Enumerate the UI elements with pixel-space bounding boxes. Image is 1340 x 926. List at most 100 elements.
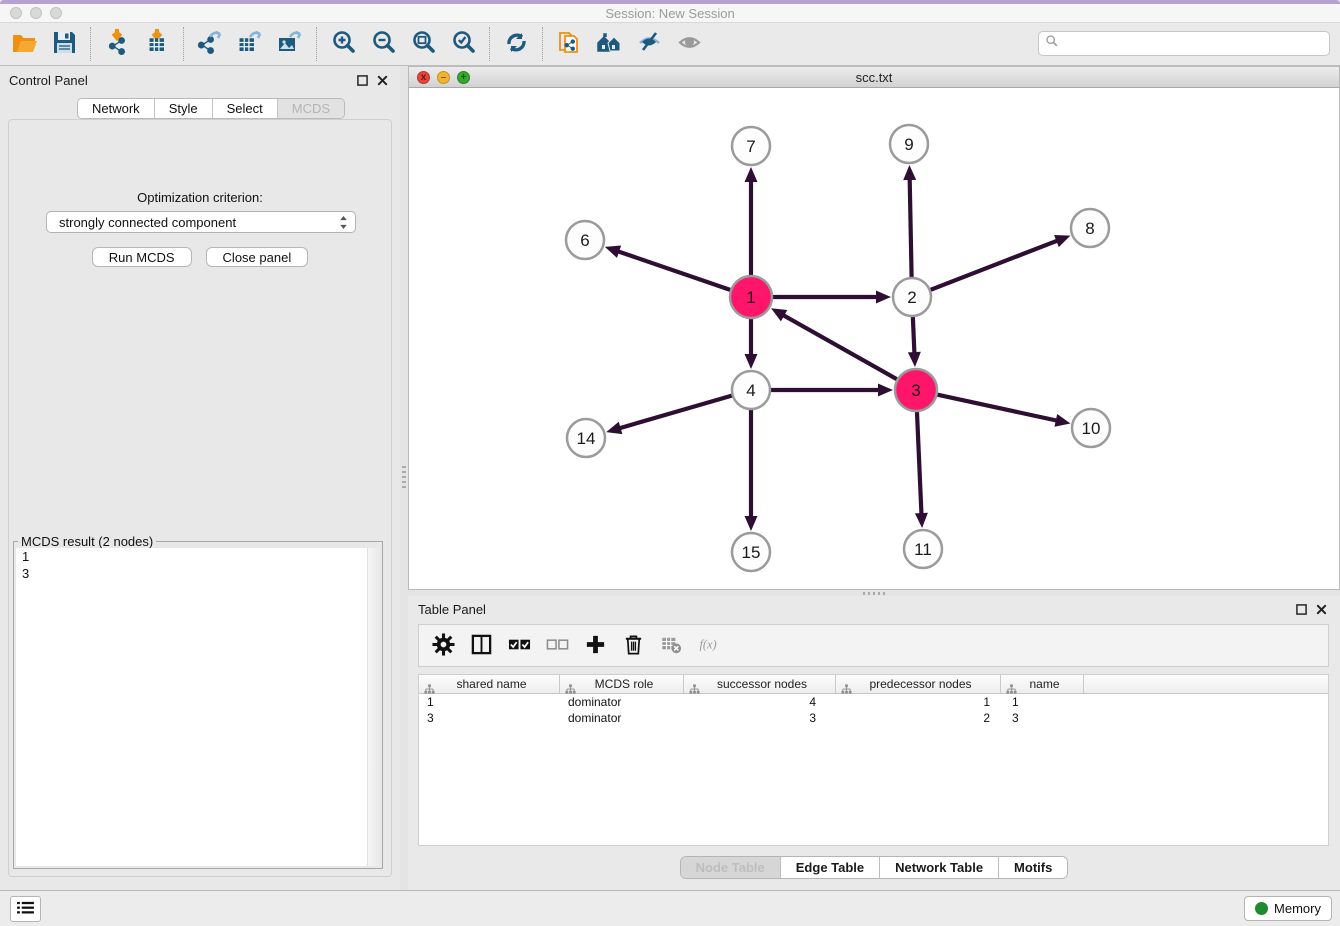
home-button[interactable] <box>589 25 629 63</box>
table-options-button[interactable] <box>427 628 460 664</box>
checkboxes-unchecked-icon <box>546 633 569 659</box>
node-table: shared nameMCDS rolesuccessor nodesprede… <box>418 674 1329 846</box>
import-network-icon <box>104 29 131 59</box>
table-cell[interactable]: 3 <box>1001 710 1084 726</box>
search-field[interactable] <box>1038 31 1330 56</box>
zoom-out-icon <box>370 29 397 59</box>
apply-layout-button[interactable] <box>496 25 536 63</box>
save-icon <box>51 29 78 59</box>
tab-node-table[interactable]: Node Table <box>681 857 781 878</box>
zoom-out-button[interactable] <box>363 25 403 63</box>
table-panel: Table Panel f(x) shared nameMCDS rolesuc… <box>408 596 1340 890</box>
hide-style-button[interactable] <box>629 25 669 63</box>
table-cell[interactable]: 1 <box>836 694 1001 710</box>
toolbar-separator <box>542 27 543 61</box>
zoom-selected-button[interactable] <box>443 25 483 63</box>
save-session-button[interactable] <box>44 25 84 63</box>
duplicate-network-button[interactable] <box>549 25 589 63</box>
toolbar-separator <box>489 27 490 61</box>
table-cell[interactable]: 1 <box>419 694 560 710</box>
float-table-panel-icon[interactable] <box>1296 602 1307 620</box>
criterion-value: strongly connected component <box>59 215 236 230</box>
zoom-fit-icon <box>410 29 437 59</box>
close-table-panel-icon[interactable] <box>1316 602 1327 620</box>
tab-style[interactable]: Style <box>155 99 213 118</box>
scrollbar[interactable] <box>367 548 380 866</box>
show-columns-button[interactable] <box>465 628 498 664</box>
mcds-result-line: 1 <box>16 548 380 565</box>
search-input[interactable] <box>1059 34 1329 54</box>
import-network-button[interactable] <box>97 25 137 63</box>
table-panel-title: Table Panel <box>418 602 486 617</box>
tab-select[interactable]: Select <box>213 99 278 118</box>
table-row[interactable]: 1dominator411 <box>419 694 1328 710</box>
control-panel-title: Control Panel <box>9 73 88 88</box>
zoom-in-icon <box>330 29 357 59</box>
open-session-button[interactable] <box>4 25 44 63</box>
create-column-button[interactable] <box>579 628 612 664</box>
graph-node-label: 3 <box>911 381 920 400</box>
export-table-button[interactable] <box>230 25 270 63</box>
plus-icon <box>584 633 607 659</box>
tab-network-table[interactable]: Network Table <box>880 857 999 878</box>
tab-edge-table[interactable]: Edge Table <box>781 857 880 878</box>
import-table-button[interactable] <box>137 25 177 63</box>
close-panel-button[interactable]: Close panel <box>206 247 309 267</box>
column-header-name[interactable]: name <box>1001 675 1084 693</box>
task-history-button[interactable] <box>10 896 41 922</box>
zoom-in-button[interactable] <box>323 25 363 63</box>
function-builder-button: f(x) <box>693 628 726 664</box>
graph-node-label: 2 <box>907 288 916 307</box>
zoom-fit-button[interactable] <box>403 25 443 63</box>
graph-node-label: 7 <box>746 137 755 156</box>
delete-column-button[interactable] <box>617 628 650 664</box>
tab-mcds[interactable]: MCDS <box>278 99 344 118</box>
tab-motifs[interactable]: Motifs <box>999 857 1067 878</box>
select-stepper-icon <box>337 214 350 234</box>
mcds-result-title: MCDS result (2 nodes) <box>18 534 156 549</box>
column-header-shared-name[interactable]: shared name <box>419 675 560 693</box>
export-network-icon <box>197 29 224 59</box>
table-header-row: shared nameMCDS rolesuccessor nodesprede… <box>419 675 1328 694</box>
column-header-successor-nodes[interactable]: successor nodes <box>684 675 836 693</box>
toolbar-separator <box>183 27 184 61</box>
export-image-button[interactable] <box>270 25 310 63</box>
gear-icon <box>432 633 455 659</box>
deselect-all-columns-button <box>541 628 574 664</box>
columns-icon <box>470 633 493 659</box>
task-list-icon <box>16 900 35 918</box>
table-cell[interactable]: 3 <box>419 710 560 726</box>
tab-network[interactable]: Network <box>78 99 155 118</box>
vertical-splitter[interactable] <box>400 66 408 890</box>
memory-label: Memory <box>1274 901 1321 916</box>
table-cell[interactable]: 2 <box>836 710 1001 726</box>
control-panel-tabs: NetworkStyleSelectMCDS <box>77 98 345 119</box>
window-title: Session: New Session <box>0 6 1340 21</box>
graph-node-label: 11 <box>914 540 932 559</box>
eye-slash-icon <box>636 29 663 59</box>
app-window: Session: New Session Control Panel Netwo… <box>0 0 1340 926</box>
column-header-predecessor-nodes[interactable]: predecessor nodes <box>836 675 1001 693</box>
graph-node-label: 1 <box>746 288 755 307</box>
graph-node-label: 8 <box>1085 219 1094 238</box>
table-cell[interactable]: 1 <box>1001 694 1084 710</box>
table-cell[interactable]: 3 <box>684 710 836 726</box>
float-panel-icon[interactable] <box>357 73 368 91</box>
run-mcds-button[interactable]: Run MCDS <box>92 247 192 267</box>
table-cell[interactable]: 4 <box>684 694 836 710</box>
status-bar: Memory <box>0 890 1340 926</box>
select-all-columns-button[interactable] <box>503 628 536 664</box>
network-canvas[interactable]: 7968124314101511 <box>409 88 1339 589</box>
graph-node-label: 9 <box>904 135 913 154</box>
folder-open-icon <box>11 29 38 59</box>
column-header-MCDS-role[interactable]: MCDS role <box>560 675 684 693</box>
graph-node-label: 6 <box>580 231 589 250</box>
table-row[interactable]: 3dominator323 <box>419 710 1328 726</box>
table-cell[interactable]: dominator <box>560 694 684 710</box>
export-network-button[interactable] <box>190 25 230 63</box>
table-cell[interactable]: dominator <box>560 710 684 726</box>
memory-button[interactable]: Memory <box>1244 896 1332 921</box>
mcds-result-list[interactable]: 13 <box>16 548 380 866</box>
close-panel-icon[interactable] <box>377 73 388 91</box>
criterion-select[interactable]: strongly connected component <box>46 211 356 233</box>
